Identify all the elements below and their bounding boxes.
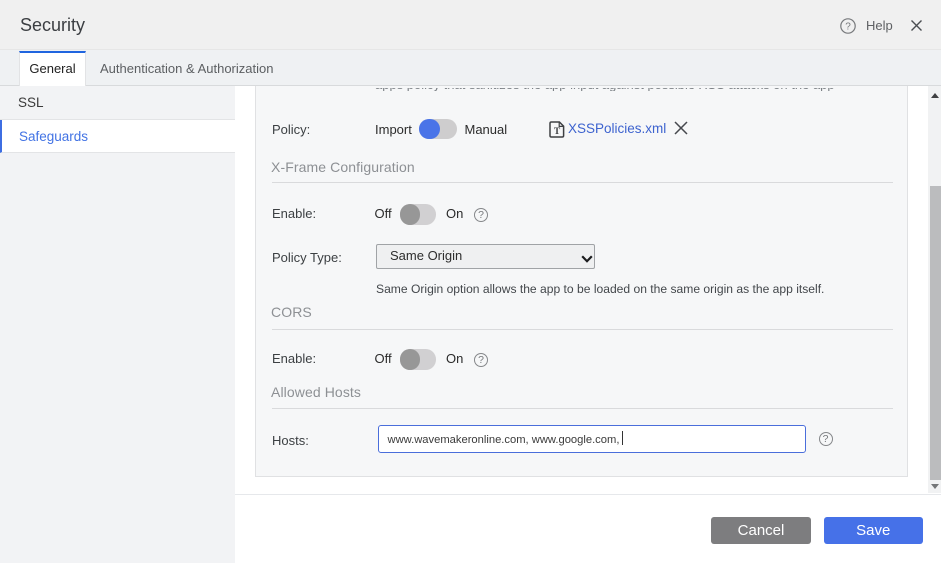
svg-text:T: T	[553, 127, 560, 137]
svg-text:?: ?	[845, 21, 851, 32]
